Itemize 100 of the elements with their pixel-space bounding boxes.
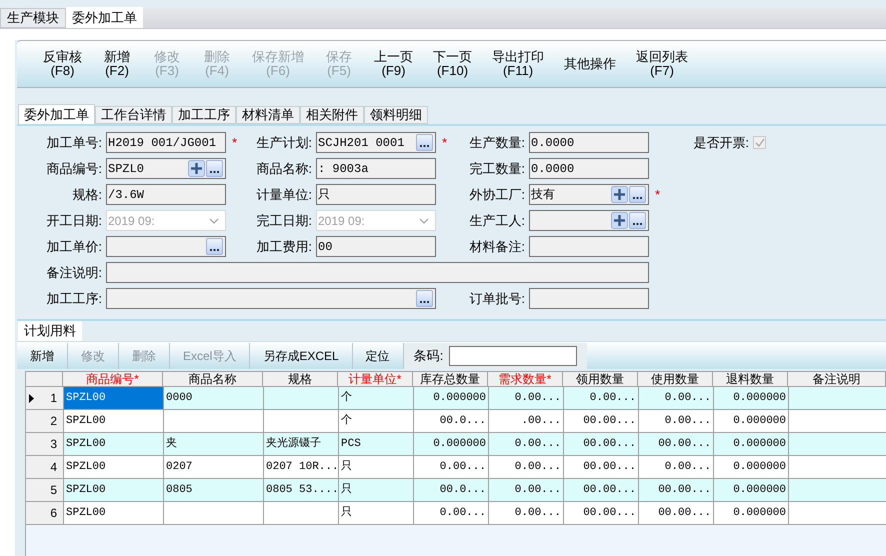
browse-button[interactable] — [629, 212, 646, 229]
input-field[interactable]: 00 — [316, 236, 436, 257]
toolbar-button[interactable]: 反审核 (F8) — [33, 42, 92, 86]
input-field[interactable] — [106, 262, 649, 283]
browse-button[interactable] — [206, 238, 223, 255]
detail-tab[interactable]: 领料明细 — [364, 106, 428, 124]
table-cell: 0.000000 — [714, 456, 789, 478]
browse-button[interactable] — [416, 290, 433, 307]
table-cell: 夹光源镊子 — [264, 433, 339, 455]
row-header[interactable]: 4 — [26, 456, 64, 478]
table-cell: SPZL00 — [64, 502, 164, 524]
checkbox[interactable] — [753, 136, 766, 149]
plus-icon[interactable] — [188, 160, 205, 177]
barcode-label: 条码: — [414, 346, 444, 365]
input-field[interactable]: : 9003a — [316, 158, 436, 179]
column-header[interactable]: 计量单位* — [338, 372, 413, 386]
table-cell: SPZL00 — [64, 410, 164, 432]
table-cell: 0.000000 — [414, 433, 489, 455]
table-cell: 0207 — [164, 456, 264, 478]
barcode-field[interactable] — [449, 346, 578, 366]
input-field[interactable]: 技有 — [529, 184, 649, 205]
table-cell: 0.00... — [639, 410, 714, 432]
input-field[interactable] — [529, 236, 649, 257]
table-cell: 0805 — [164, 479, 264, 501]
input-field[interactable] — [106, 288, 436, 309]
field-label: 加工单号: — [45, 134, 103, 152]
input-field[interactable]: SPZL0 — [106, 158, 226, 179]
row-header[interactable]: 3 — [26, 433, 64, 455]
input-field[interactable]: 只 — [316, 184, 436, 205]
field-label: 开工日期: — [45, 212, 103, 230]
toolbar-button[interactable]: 下一页 (F10) — [423, 42, 482, 86]
column-header[interactable]: 备注说明 — [788, 372, 886, 386]
grid-toolbar-button[interactable]: 另存成EXCEL — [250, 342, 353, 368]
column-header[interactable]: 领用数量 — [563, 372, 638, 386]
table-cell: 0000 — [164, 387, 264, 409]
materials-tab[interactable]: 计划用料 — [18, 321, 82, 341]
row-header[interactable]: 2 — [26, 410, 64, 432]
input-field[interactable]: 0.0000 — [529, 158, 649, 179]
table-cell: 0207 10R... — [264, 456, 339, 478]
column-header[interactable]: 商品编号* — [63, 372, 163, 386]
input-field[interactable]: /3.6W — [106, 184, 226, 205]
input-field[interactable] — [106, 236, 226, 257]
table-cell: 0805 53.... — [264, 479, 339, 501]
table-cell: 个 — [339, 410, 414, 432]
browse-button[interactable] — [416, 134, 433, 151]
plus-icon[interactable] — [611, 212, 628, 229]
detail-tab[interactable]: 相关附件 — [300, 106, 364, 124]
required-mark: * — [441, 134, 448, 152]
table-cell: .00... — [489, 410, 564, 432]
table-cell: 0.000000 — [714, 433, 789, 455]
table-cell: 只 — [339, 502, 414, 524]
input-field[interactable]: SCJH201 0001 — [316, 132, 436, 153]
column-header[interactable]: 使用数量 — [638, 372, 713, 386]
detail-tab[interactable]: 材料清单 — [236, 106, 300, 124]
row-header[interactable]: 6 — [26, 502, 64, 524]
browse-button[interactable] — [206, 160, 223, 177]
column-header[interactable]: 规格 — [263, 372, 338, 386]
table-cell: 0.00... — [489, 502, 564, 524]
table-cell: 0.00... — [489, 433, 564, 455]
detail-tab[interactable]: 加工工序 — [172, 106, 236, 124]
toolbar-button[interactable]: 新增 (F2) — [92, 42, 142, 86]
field-label: 计量单位: — [255, 186, 313, 204]
field-label: 加工单价: — [45, 238, 103, 256]
toolbar-button[interactable]: 上一页 (F9) — [364, 42, 423, 86]
column-header[interactable]: 库存总数量 — [413, 372, 488, 386]
field-label: 规格: — [71, 186, 103, 204]
field-label: 完工数量: — [468, 160, 526, 178]
table-cell: 夹 — [164, 433, 264, 455]
column-header[interactable]: 商品名称 — [163, 372, 263, 386]
table-cell: 0.00... — [489, 387, 564, 409]
grid-toolbar-button[interactable]: 新增 — [17, 342, 68, 368]
table-cell: 00.00... — [639, 502, 714, 524]
row-header[interactable]: 1 — [26, 387, 64, 409]
table-cell: 0.00... — [639, 387, 714, 409]
detail-tab[interactable]: 委外加工单 — [18, 104, 95, 124]
table-cell: 00.0... — [414, 410, 489, 432]
table-cell: 00.00... — [564, 456, 639, 478]
table-cell: 00.00... — [564, 502, 639, 524]
column-header[interactable]: 退料数量 — [713, 372, 788, 386]
toolbar-button[interactable]: 导出打印 (F11) — [482, 42, 554, 86]
table-cell: 0.000000 — [714, 410, 789, 432]
toolbar-button[interactable]: 返回列表 (F7) — [626, 42, 698, 86]
table-cell: 只 — [339, 456, 414, 478]
module-tab[interactable]: 委外加工单 — [66, 7, 143, 28]
input-field[interactable]: 0.0000 — [529, 132, 649, 153]
detail-tab[interactable]: 工作台详情 — [95, 106, 172, 124]
module-tab[interactable]: 生产模块 — [0, 8, 66, 28]
row-header[interactable]: 5 — [26, 479, 64, 501]
table-cell: 0.00... — [564, 387, 639, 409]
field-label: 生产计划: — [255, 134, 313, 152]
input-field[interactable]: H2019 001/JG001 — [106, 132, 226, 153]
current-row-icon — [29, 394, 34, 402]
plus-icon[interactable] — [611, 186, 628, 203]
browse-button[interactable] — [629, 186, 646, 203]
column-header[interactable]: 需求数量* — [488, 372, 563, 386]
toolbar-button[interactable]: 其他操作 — [554, 42, 626, 86]
input-field[interactable] — [529, 288, 649, 309]
input-field[interactable] — [529, 210, 649, 231]
table-cell: 00.0... — [414, 479, 489, 501]
field-label: 加工费用: — [255, 238, 313, 256]
